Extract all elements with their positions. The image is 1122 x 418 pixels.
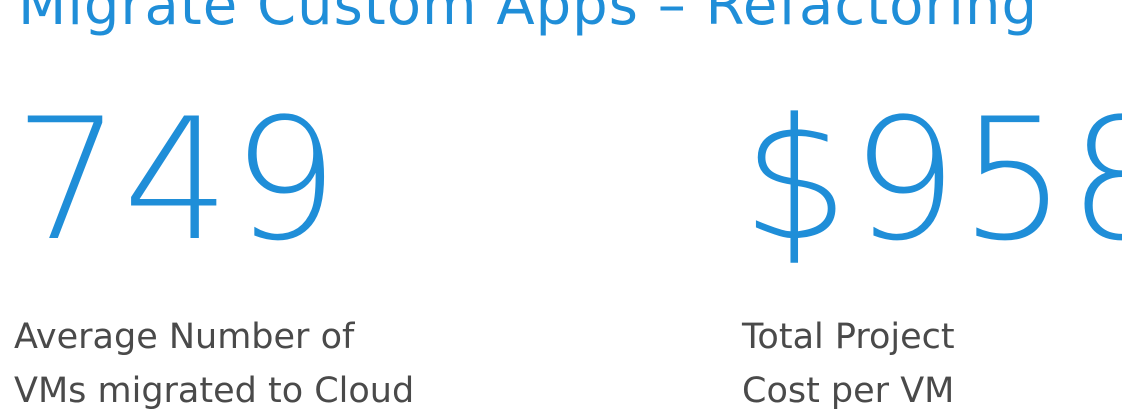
stat-label-line: Cost per VM bbox=[742, 371, 955, 411]
stat-label-line: VMs migrated to Cloud bbox=[14, 371, 415, 411]
stat-value: $958 bbox=[742, 82, 1122, 278]
stat-label: Average Number of VMs migrated to Cloud bbox=[14, 310, 574, 418]
stat-cost-per-vm: $958 Total Project Cost per VM bbox=[742, 96, 1122, 418]
stat-vms-migrated: 749 Average Number of VMs migrated to Cl… bbox=[14, 96, 574, 418]
stat-label-line: Average Number of bbox=[14, 317, 355, 357]
stat-label: Total Project Cost per VM bbox=[742, 310, 1122, 418]
stat-label-line: Total Project bbox=[742, 317, 955, 357]
slide-title: Migrate Custom Apps – Refactoring bbox=[18, 0, 1038, 38]
stat-value: 749 bbox=[14, 82, 341, 278]
